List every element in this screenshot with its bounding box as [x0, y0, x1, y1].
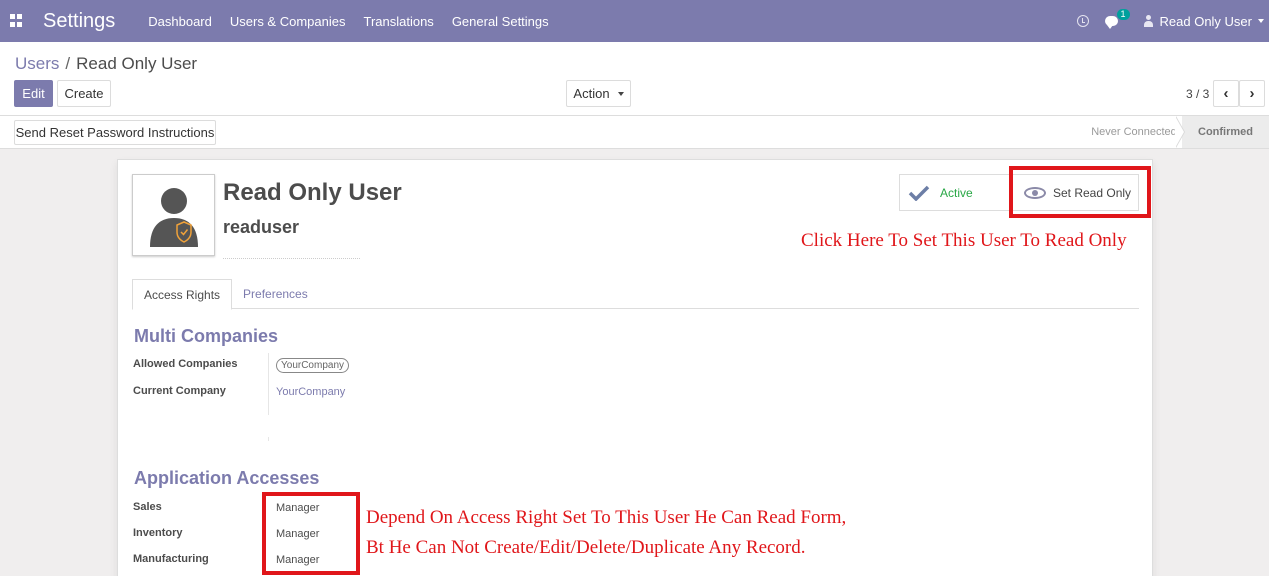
chat-icon	[1104, 16, 1118, 29]
application-accesses-title: Application Accesses	[134, 468, 320, 488]
navbar-systray: 1 Read Only User	[1076, 0, 1269, 42]
active-label: Active	[940, 185, 973, 200]
activity-clock-icon[interactable]	[1076, 15, 1089, 27]
user-icon	[1143, 15, 1153, 27]
menu-dashboard[interactable]: Dashboard	[139, 14, 221, 29]
send-reset-password-button[interactable]: Send Reset Password Instructions	[14, 120, 216, 145]
app-brand[interactable]: Settings	[43, 10, 115, 33]
stage-confirmed: Confirmed	[1182, 116, 1269, 148]
allowed-company-tag[interactable]: YourCompany	[276, 358, 350, 373]
field-divider-short	[268, 437, 269, 441]
annotation-access-line2: Bt He Can Not Create/Edit/Delete/Duplica…	[366, 537, 806, 558]
caret-down-icon	[1258, 19, 1264, 23]
user-menu-label: Read Only User	[1159, 13, 1252, 29]
messaging-menu[interactable]: 1	[1104, 9, 1130, 29]
user-avatar[interactable]	[132, 174, 215, 256]
highlight-read-only-box	[1009, 166, 1151, 218]
active-toggle-button[interactable]: Active	[900, 175, 1012, 210]
current-company-label: Current Company	[133, 385, 226, 397]
menu-translations[interactable]: Translations	[354, 14, 442, 29]
login-underline	[223, 258, 360, 259]
breadcrumb-separator: /	[65, 54, 71, 73]
stage-never-connected: Never Connected	[1091, 126, 1177, 138]
form-tabs: Access Rights Preferences	[132, 279, 1139, 310]
action-label: Action	[573, 86, 610, 101]
apps-menu-icon[interactable]	[10, 14, 24, 28]
chevron-right-icon: ›	[1249, 85, 1255, 102]
caret-down-icon	[617, 91, 624, 96]
main-menu: Dashboard Users & Companies Translations…	[139, 14, 557, 29]
avatar-placeholder-icon	[150, 188, 198, 247]
pager-previous-button[interactable]: ‹	[1213, 80, 1239, 107]
sales-label: Sales	[133, 501, 162, 513]
top-navbar: Settings Dashboard Users & Companies Tra…	[0, 0, 1269, 42]
tab-access-rights[interactable]: Access Rights	[132, 279, 233, 310]
highlight-access-box	[262, 492, 360, 575]
tab-preferences[interactable]: Preferences	[232, 279, 319, 309]
breadcrumb-current: Read Only User	[76, 54, 198, 73]
manufacturing-label: Manufacturing	[133, 553, 209, 565]
allowed-companies-label: Allowed Companies	[133, 358, 238, 370]
current-company-link[interactable]: YourCompany	[276, 386, 345, 398]
breadcrumb: Users / Read Only User	[15, 54, 197, 74]
inventory-label: Inventory	[133, 527, 183, 539]
multi-companies-title: Multi Companies	[134, 326, 279, 346]
field-divider	[268, 353, 269, 415]
menu-users-companies[interactable]: Users & Companies	[221, 14, 355, 29]
pager-next-button[interactable]: ›	[1239, 80, 1265, 107]
user-name[interactable]: Read Only User	[223, 179, 402, 207]
edit-button[interactable]: Edit	[14, 80, 53, 107]
stage-arrow	[1175, 116, 1184, 148]
chat-count-badge: 1	[1116, 9, 1130, 20]
menu-general-settings[interactable]: General Settings	[443, 14, 558, 29]
user-login[interactable]: readuser	[223, 217, 299, 238]
pager-value[interactable]: 3 / 3	[1186, 87, 1209, 101]
form-sheet: Read Only User readuser Active Set Read …	[117, 159, 1153, 576]
breadcrumb-users[interactable]: Users	[15, 54, 59, 73]
action-dropdown[interactable]: Action	[566, 80, 631, 107]
annotation-read-only: Click Here To Set This User To Read Only	[801, 230, 1127, 251]
user-menu[interactable]: Read Only User	[1143, 13, 1264, 29]
form-statusbar: Send Reset Password Instructions Never C…	[0, 115, 1269, 148]
check-icon	[908, 185, 930, 201]
annotation-access-line1: Depend On Access Right Set To This User …	[366, 507, 847, 528]
chevron-left-icon: ‹	[1223, 85, 1229, 102]
create-button[interactable]: Create	[57, 80, 111, 107]
